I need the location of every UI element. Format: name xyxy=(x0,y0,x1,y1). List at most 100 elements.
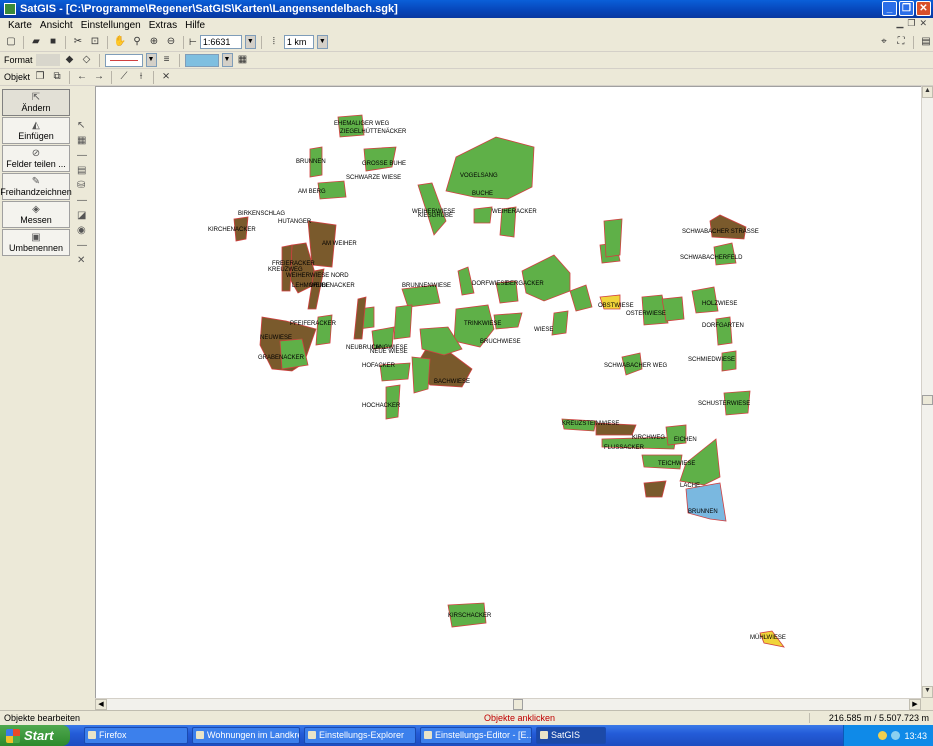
field-polygon[interactable] xyxy=(661,296,685,322)
line-style-dropdown-icon[interactable]: ▼ xyxy=(145,53,157,67)
tool-label: Felder teilen ... xyxy=(6,158,66,169)
field-polygon[interactable] xyxy=(363,146,397,172)
menu-karte[interactable]: Karte xyxy=(4,20,36,31)
tool-andern[interactable]: ⇱ Ändern xyxy=(2,89,70,116)
cancel-icon[interactable]: ✕ xyxy=(77,255,91,266)
delete-object-icon[interactable]: ⨯ xyxy=(159,70,173,84)
zoom-in-icon[interactable]: ⊕ xyxy=(147,35,161,49)
field-label: BERGACKER xyxy=(506,281,544,287)
database-icon[interactable]: ⛁ xyxy=(77,180,91,191)
open-icon[interactable]: ▰ xyxy=(29,35,43,49)
field-polygon[interactable] xyxy=(393,304,413,340)
fill-color-dropdown-icon[interactable]: ▼ xyxy=(221,53,233,67)
palette-icon[interactable]: ▦ xyxy=(236,53,250,67)
mdi-close-button[interactable]: ✕ xyxy=(919,18,927,29)
vertical-scroll-thumb[interactable] xyxy=(922,395,933,405)
menu-einstellungen[interactable]: Einstellungen xyxy=(77,20,145,31)
map-canvas[interactable]: EHEMALIGER WEG ZIEGELHÜTTENÄCKER BRUNNEN GR… xyxy=(95,86,921,698)
field-polygon[interactable] xyxy=(473,206,493,224)
back-arrow-icon[interactable]: ← xyxy=(75,70,89,84)
tray-icon[interactable] xyxy=(878,731,888,740)
field-label: HOFACKER xyxy=(362,363,396,369)
pan-icon[interactable]: ✋ xyxy=(113,35,127,49)
scale-dropdown-icon[interactable]: ▼ xyxy=(244,35,256,49)
line-width-icon[interactable]: ≡ xyxy=(160,53,174,67)
fit-icon[interactable]: ⛶ xyxy=(894,35,908,49)
close-button[interactable]: ✕ xyxy=(916,1,931,16)
grid-icon[interactable]: ▦ xyxy=(77,135,91,146)
field-label: SCHWABACHER WEG xyxy=(604,363,667,369)
scale-input[interactable]: 1:6631 xyxy=(199,35,242,49)
cut-icon[interactable]: ✂ xyxy=(71,35,85,49)
field-polygon[interactable] xyxy=(691,286,719,314)
menu-extras[interactable]: Extras xyxy=(145,20,181,31)
taskbar-item-editor[interactable]: Einstellungs-Editor - [E... xyxy=(420,727,532,744)
edit-node-icon[interactable]: ◪ xyxy=(77,210,91,221)
tool-umbenennen[interactable]: ▣ Umbenennen xyxy=(2,229,70,256)
field-polygon[interactable] xyxy=(715,316,733,346)
line-style-select[interactable] xyxy=(104,53,143,67)
draw-line-icon[interactable]: ⟋ xyxy=(117,70,131,84)
tool-einfugen[interactable]: ◭ Einfügen xyxy=(2,117,70,144)
scroll-left-icon[interactable]: ◀ xyxy=(95,699,107,710)
ruler-icon[interactable]: ⦙ xyxy=(267,35,281,49)
tool-freihandzeichnen[interactable]: ✎ Freihandzeichnen xyxy=(0,173,72,200)
taskbar-item-wohnungen[interactable]: Wohnungen im Landkreis xyxy=(192,727,300,744)
zoom-icon[interactable]: ⚲ xyxy=(130,35,144,49)
menu-hilfe[interactable]: Hilfe xyxy=(181,20,209,31)
taskbar-item-satgis[interactable]: SatGIS xyxy=(536,727,606,744)
field-polygon[interactable] xyxy=(713,242,737,266)
map-svg[interactable]: EHEMALIGER WEGZIEGELHÜTTENÄCKER BRUNNEN GR… xyxy=(96,87,921,698)
menu-ansicht[interactable]: Ansicht xyxy=(36,20,77,31)
network-icon[interactable] xyxy=(891,731,901,740)
color-icon[interactable]: ◉ xyxy=(77,225,91,236)
gps-icon[interactable]: ⌖ xyxy=(877,35,891,49)
distance-input[interactable]: 1 km xyxy=(283,35,314,49)
field-polygon[interactable] xyxy=(569,284,593,312)
zoom-out-icon[interactable]: ⊖ xyxy=(164,35,178,49)
node-icon[interactable]: ⟊ xyxy=(134,70,148,84)
forward-arrow-icon[interactable]: → xyxy=(92,70,106,84)
horizontal-scroll-thumb[interactable] xyxy=(513,699,523,710)
field-polygon[interactable] xyxy=(385,384,401,420)
status-mode: Objekte bearbeiten xyxy=(4,713,81,723)
field-polygon[interactable] xyxy=(551,310,569,336)
vertical-scrollbar[interactable]: ▲ ▼ xyxy=(921,86,933,698)
field-polygon[interactable] xyxy=(315,314,333,346)
fill-color-select[interactable] xyxy=(184,53,219,67)
restore-button[interactable]: ❐ xyxy=(899,1,914,16)
field-label: HOCHACKER xyxy=(362,403,401,409)
field-polygon[interactable] xyxy=(411,356,431,394)
brush-icon[interactable]: ◇ xyxy=(80,53,94,67)
save-icon[interactable]: ■ xyxy=(46,35,60,49)
field-polygon[interactable] xyxy=(521,254,571,302)
scroll-up-icon[interactable]: ▲ xyxy=(922,86,933,98)
distance-dropdown-icon[interactable]: ▼ xyxy=(316,35,328,49)
print-icon[interactable]: ▤ xyxy=(919,35,933,49)
mdi-minimize-button[interactable]: ▁ xyxy=(896,18,903,29)
minimize-button[interactable]: _ xyxy=(882,1,897,16)
zoom-window-icon[interactable]: ⊡ xyxy=(88,35,102,49)
scroll-down-icon[interactable]: ▼ xyxy=(922,686,933,698)
taskbar-item-explorer[interactable]: Einstellungs-Explorer xyxy=(304,727,416,744)
new-icon[interactable]: ▢ xyxy=(4,35,18,49)
field-polygon[interactable] xyxy=(709,214,747,240)
table-icon[interactable]: ▤ xyxy=(77,165,91,176)
field-label: GRABENACKER xyxy=(258,355,305,361)
paint-icon[interactable]: ◆ xyxy=(63,53,77,67)
format-toolbar: Format ◆ ◇ ▼ ≡ ▼ ▦ xyxy=(0,52,933,69)
tool-felder-teilen[interactable]: ⊘ Felder teilen ... xyxy=(2,145,70,172)
copy-object-icon[interactable]: ❐ xyxy=(33,70,47,84)
field-polygon[interactable] xyxy=(445,136,535,200)
taskbar-item-firefox[interactable]: Firefox xyxy=(84,727,188,744)
horizontal-scrollbar[interactable]: ◀ ▶ xyxy=(95,698,921,710)
select-arrow-icon[interactable]: ↖ xyxy=(77,120,91,131)
mdi-restore-button[interactable]: ❐ xyxy=(907,18,915,29)
start-button[interactable]: Start xyxy=(0,725,70,746)
tool-messen[interactable]: ◈ Messen xyxy=(2,201,70,228)
scroll-right-icon[interactable]: ▶ xyxy=(909,699,921,710)
field-polygon[interactable] xyxy=(603,218,623,258)
field-polygon[interactable] xyxy=(643,480,667,498)
duplicate-object-icon[interactable]: ⧉ xyxy=(50,70,64,84)
field-polygon[interactable] xyxy=(353,296,367,340)
